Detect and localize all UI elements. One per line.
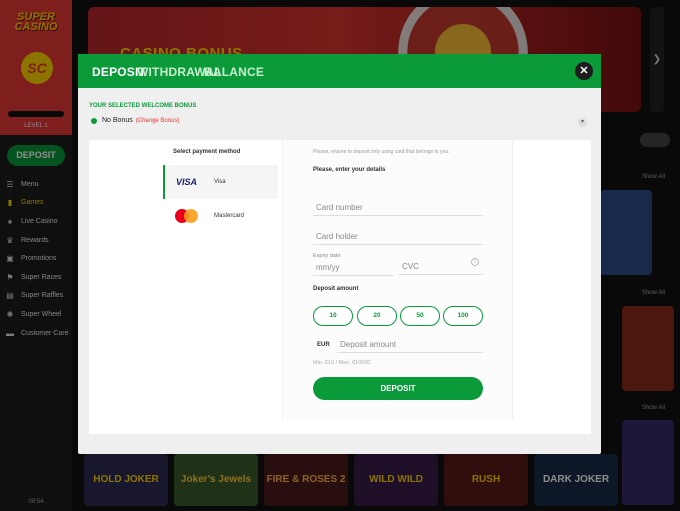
- expiry-input[interactable]: mm/yy: [313, 260, 393, 276]
- quick-amount-50-button[interactable]: 50: [400, 306, 440, 326]
- expiry-label: Expiry date: [313, 253, 341, 259]
- card-ownership-note: Please, ensure to deposit only using car…: [313, 149, 450, 155]
- visa-logo-icon: VISA: [176, 177, 198, 187]
- modal-header: DEPOSIT WITHDRAWAL BALANCE ✕: [78, 54, 601, 88]
- quick-amount-100-button[interactable]: 100: [443, 306, 483, 326]
- deposit-limits: Min. €10 / Max. €10000: [313, 360, 371, 366]
- payment-panel: Select payment method VISA Visa Masterca…: [89, 140, 591, 434]
- deposit-amount-title: Deposit amount: [313, 286, 359, 292]
- card-form: Please, ensure to deposit only using car…: [282, 140, 513, 420]
- payment-method-visa[interactable]: VISA Visa: [163, 165, 278, 199]
- payment-method-label: Mastercard: [214, 213, 245, 219]
- bonus-value: No Bonus: [102, 117, 133, 124]
- bonus-indicator-icon: [91, 117, 97, 124]
- card-holder-input[interactable]: Card holder: [313, 229, 483, 245]
- details-title: Please, enter your details: [313, 167, 386, 173]
- change-bonus-link[interactable]: (Change Bonus): [136, 118, 180, 124]
- quick-amount-10-button[interactable]: 10: [313, 306, 353, 326]
- chevron-down-icon[interactable]: ▾: [578, 118, 587, 127]
- mastercard-logo-icon: [175, 208, 199, 224]
- cashier-modal: DEPOSIT WITHDRAWAL BALANCE ✕ YOUR SELECT…: [78, 54, 601, 454]
- quick-amount-20-button[interactable]: 20: [357, 306, 397, 326]
- bonus-section-title: YOUR SELECTED WELCOME BONUS: [89, 103, 197, 109]
- tab-balance[interactable]: BALANCE: [204, 65, 264, 79]
- payment-method-title: Select payment method: [173, 149, 241, 155]
- payment-method-label: Visa: [214, 179, 226, 185]
- card-number-input[interactable]: Card number: [313, 200, 483, 216]
- payment-method-mastercard[interactable]: Mastercard: [163, 199, 278, 233]
- close-icon[interactable]: ✕: [575, 62, 593, 80]
- selected-bonus[interactable]: No Bonus (Change Bonus): [91, 117, 179, 124]
- currency-label: EUR: [317, 342, 330, 348]
- deposit-amount-input[interactable]: Deposit amount: [337, 337, 483, 353]
- info-icon[interactable]: i: [471, 258, 479, 266]
- deposit-submit-button[interactable]: DEPOSIT: [313, 377, 483, 400]
